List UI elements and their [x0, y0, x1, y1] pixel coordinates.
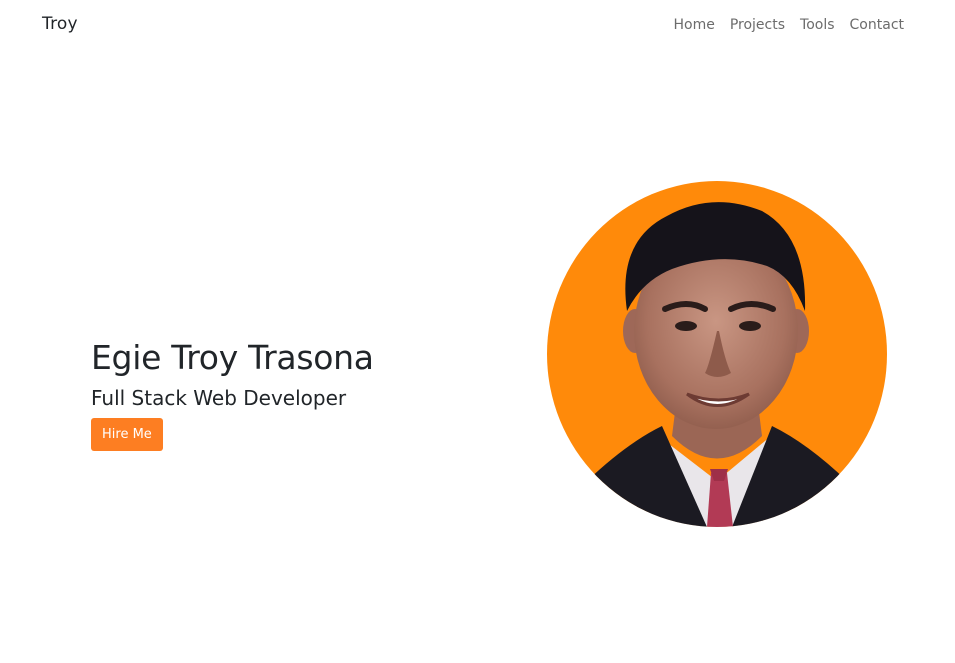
hire-me-button[interactable]: Hire Me [91, 418, 163, 451]
nav-link-home[interactable]: Home [673, 17, 714, 33]
nav-link-contact[interactable]: Contact [850, 17, 904, 33]
nav-link-tools[interactable]: Tools [800, 17, 835, 33]
hero-section: Egie Troy Trasona Full Stack Web Develop… [91, 336, 374, 451]
nav-link-projects[interactable]: Projects [730, 17, 785, 33]
nav-links: Home Projects Tools Contact [673, 17, 904, 33]
profile-photo [547, 181, 887, 527]
navbar: Troy Home Projects Tools Contact [0, 0, 955, 52]
hero-role: Full Stack Web Developer [91, 386, 347, 410]
hero-name: Egie Troy Trasona [91, 338, 374, 377]
brand-link[interactable]: Troy [42, 14, 78, 34]
